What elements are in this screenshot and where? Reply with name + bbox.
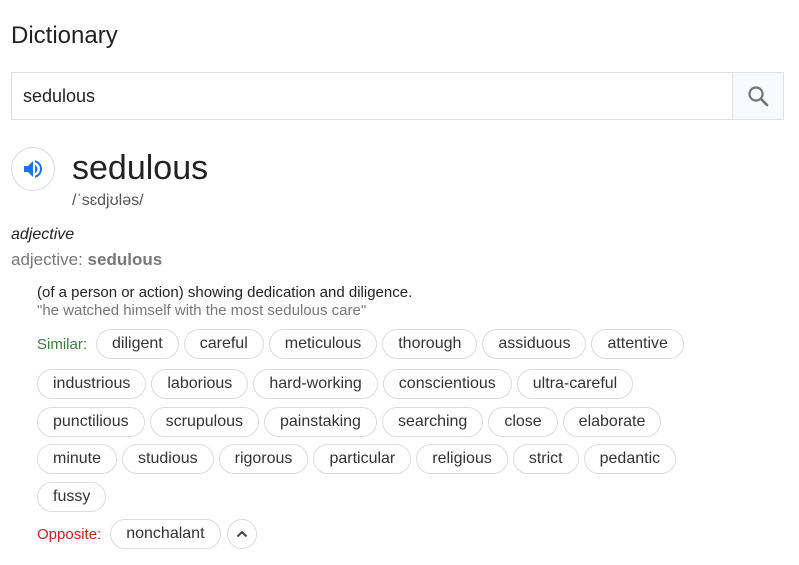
synonym-row: punctilious scrupulous painstaking searc…	[37, 407, 666, 437]
synonym-chip[interactable]: meticulous	[268, 329, 378, 359]
synonym-chip[interactable]: fussy	[37, 482, 107, 512]
synonym-chip[interactable]: elaborate	[562, 407, 662, 437]
synonym-chip[interactable]: religious	[416, 444, 508, 474]
phonetic-spelling: /ˈsɛdjʊləs/	[72, 192, 144, 209]
synonym-chip[interactable]: particular	[313, 444, 412, 474]
opposite-label: Opposite:	[37, 525, 102, 543]
synonym-chip[interactable]: rigorous	[218, 444, 309, 474]
synonym-chip[interactable]: minute	[37, 444, 118, 474]
opposite-row: Opposite: nonchalant	[37, 519, 257, 549]
synonym-chip[interactable]: punctilious	[37, 407, 145, 437]
example-sentence: "he watched himself with the most sedulo…	[37, 302, 367, 319]
synonym-chip[interactable]: studious	[122, 444, 214, 474]
synonym-row: fussy	[37, 482, 111, 512]
search-icon	[748, 86, 769, 107]
pos-prefix: adjective:	[11, 250, 88, 269]
part-of-speech-line: adjective: sedulous	[11, 250, 162, 270]
similar-row: Similar: diligent careful meticulous tho…	[37, 329, 689, 359]
synonym-chip[interactable]: assiduous	[482, 329, 587, 359]
synonym-chip[interactable]: attentive	[591, 329, 684, 359]
synonym-chip[interactable]: ultra-careful	[516, 369, 634, 399]
synonym-chip[interactable]: careful	[183, 329, 264, 359]
search-input[interactable]	[12, 73, 732, 119]
search-box	[11, 72, 784, 120]
synonym-chip[interactable]: hard-working	[253, 369, 378, 399]
synonym-chip[interactable]: laborious	[151, 369, 249, 399]
synonym-chip[interactable]: painstaking	[263, 407, 377, 437]
synonym-chip[interactable]: close	[488, 407, 558, 437]
synonym-chip[interactable]: diligent	[96, 329, 179, 359]
synonym-chip[interactable]: thorough	[382, 329, 478, 359]
pos-word: sedulous	[87, 250, 163, 269]
part-of-speech: adjective	[11, 226, 75, 243]
collapse-button[interactable]	[226, 519, 257, 549]
synonym-chip[interactable]: scrupulous	[149, 407, 259, 437]
synonym-chip[interactable]: strict	[512, 444, 579, 474]
synonym-chip[interactable]: conscientious	[382, 369, 512, 399]
antonym-chip[interactable]: nonchalant	[110, 519, 221, 549]
speaker-icon	[24, 160, 42, 178]
chevron-up-icon	[236, 530, 247, 538]
search-button[interactable]	[732, 73, 783, 119]
similar-label: Similar:	[37, 335, 88, 353]
synonym-chip[interactable]: pedantic	[583, 444, 677, 474]
definition: (of a person or action) showing dedicati…	[37, 284, 413, 301]
synonym-row: industrious laborious hard-working consc…	[37, 369, 638, 399]
pronunciation-button[interactable]	[11, 147, 55, 191]
synonym-chip[interactable]: searching	[381, 407, 484, 437]
page-title: Dictionary	[11, 22, 118, 49]
synonym-chip[interactable]: industrious	[37, 369, 147, 399]
headword: sedulous	[72, 149, 209, 187]
synonym-row: minute studious rigorous particular reli…	[37, 444, 681, 474]
